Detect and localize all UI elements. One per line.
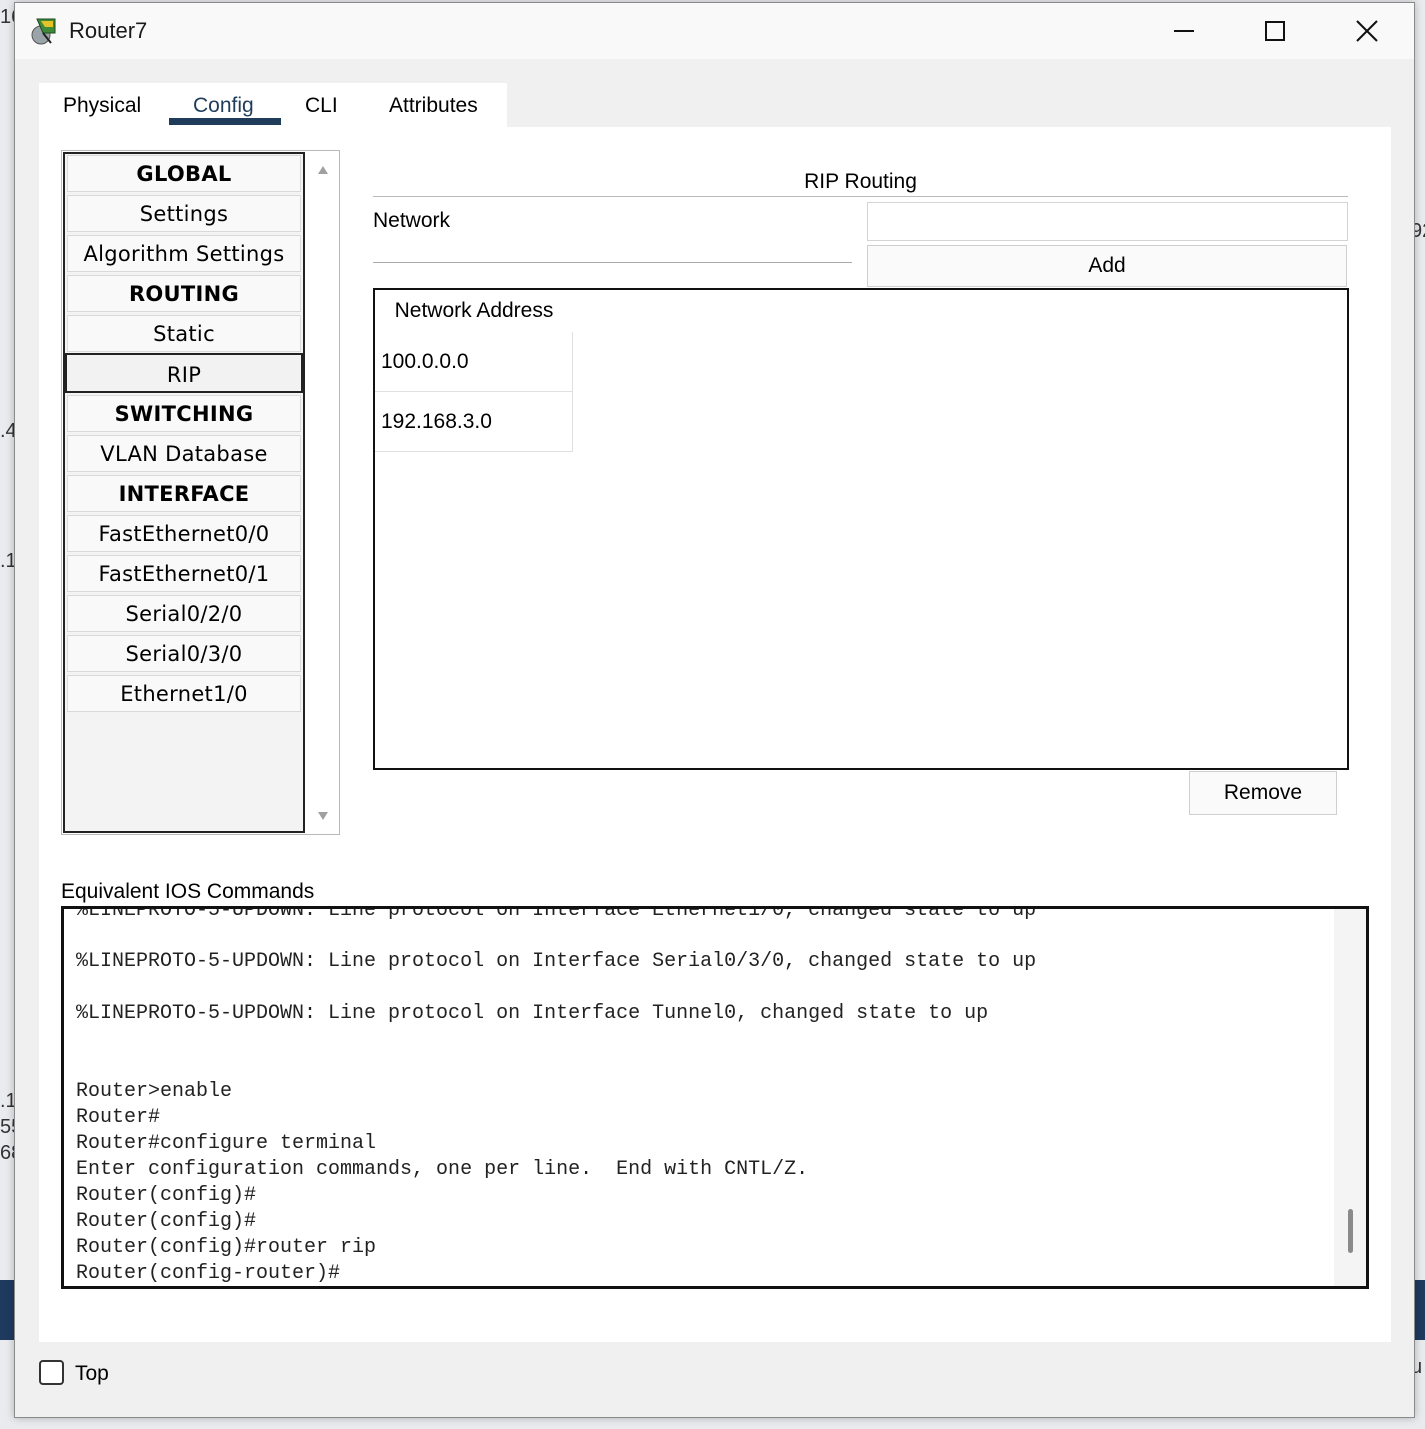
network-row[interactable]: 100.0.0.0 <box>375 332 573 392</box>
tab-cli[interactable]: CLI <box>305 94 338 118</box>
scroll-down-icon[interactable] <box>317 811 329 821</box>
console-line: %LINEPROTO-5-UPDOWN: Line protocol on In… <box>76 950 1037 973</box>
tab-physical[interactable]: Physical <box>63 94 141 118</box>
ios-commands-console[interactable]: %LINEPROTO-5-UPDOWN: Line protocol on In… <box>61 906 1369 1289</box>
top-label: Top <box>75 1362 109 1385</box>
background-fragment <box>0 1280 14 1340</box>
console-line: Router(config)# <box>76 1210 257 1233</box>
sidebar-item-fastethernet0-1[interactable]: FastEthernet0/1 <box>67 555 301 592</box>
network-row[interactable]: 192.168.3.0 <box>375 392 573 452</box>
ios-commands-label: Equivalent IOS Commands <box>61 880 315 903</box>
section-title: RIP Routing <box>804 170 917 193</box>
maximize-icon <box>1265 21 1285 41</box>
sidebar-item-ethernet1-0[interactable]: Ethernet1/0 <box>67 675 301 712</box>
close-icon <box>1356 20 1378 42</box>
console-scrollbar-thumb[interactable] <box>1348 1209 1353 1253</box>
sidebar-header-global: GLOBAL <box>67 155 301 192</box>
console-line: Router# <box>76 1106 161 1129</box>
minimize-icon <box>1174 30 1194 32</box>
network-label-underline <box>373 262 852 263</box>
network-address-header: Network Address <box>375 290 573 332</box>
console-line: Router(config)# <box>76 1184 257 1207</box>
section-divider <box>373 196 1348 197</box>
title-bar[interactable]: Router7 <box>15 3 1414 59</box>
console-line: Router(config)#router rip <box>76 1236 377 1259</box>
sidebar-item-fastethernet0-0[interactable]: FastEthernet0/0 <box>67 515 301 552</box>
sidebar-item-vlan-database[interactable]: VLAN Database <box>67 435 301 472</box>
console-line: %LINEPROTO-5-UPDOWN: Line protocol on In… <box>76 1002 989 1025</box>
scroll-up-icon[interactable] <box>317 165 329 175</box>
sidebar-item-static[interactable]: Static <box>67 315 301 352</box>
maximize-button[interactable] <box>1229 3 1321 59</box>
tab-attributes[interactable]: Attributes <box>389 94 478 118</box>
window-title: Router7 <box>69 18 148 43</box>
minimize-button[interactable] <box>1138 3 1230 59</box>
console-line: Router>enable <box>76 1080 233 1103</box>
sidebar-header-routing: ROUTING <box>67 275 301 312</box>
add-button[interactable]: Add <box>867 245 1347 287</box>
sidebar-item-settings[interactable]: Settings <box>67 195 301 232</box>
sidebar-item-serial0-2-0[interactable]: Serial0/2/0 <box>67 595 301 632</box>
remove-button[interactable]: Remove <box>1189 771 1337 815</box>
console-scrollbar[interactable] <box>1334 909 1366 1286</box>
sidebar-item-serial0-3-0[interactable]: Serial0/3/0 <box>67 635 301 672</box>
top-checkbox[interactable] <box>39 1360 64 1385</box>
network-input[interactable] <box>867 202 1348 241</box>
console-line: Router(config-router)# <box>76 1262 341 1285</box>
sidebar-header-interface: INTERFACE <box>67 475 301 512</box>
router-app-icon <box>29 15 61 47</box>
console-line: Router#configure terminal <box>76 1132 377 1155</box>
console-line: Enter configuration commands, one per li… <box>76 1158 809 1181</box>
sidebar-header-switching: SWITCHING <box>67 395 301 432</box>
sidebar-item-rip[interactable]: RIP <box>65 353 303 393</box>
network-label: Network <box>373 209 451 232</box>
console-line: %LINEPROTO-5-UPDOWN: Line protocol on In… <box>76 906 1037 922</box>
tab-config[interactable]: Config <box>193 94 254 118</box>
active-tab-indicator <box>169 118 281 125</box>
router-config-window: Router7 Physical Config CLI Attributes G… <box>14 2 1415 1418</box>
sidebar-item-algorithm-settings[interactable]: Algorithm Settings <box>67 235 301 272</box>
close-button[interactable] <box>1321 3 1413 59</box>
